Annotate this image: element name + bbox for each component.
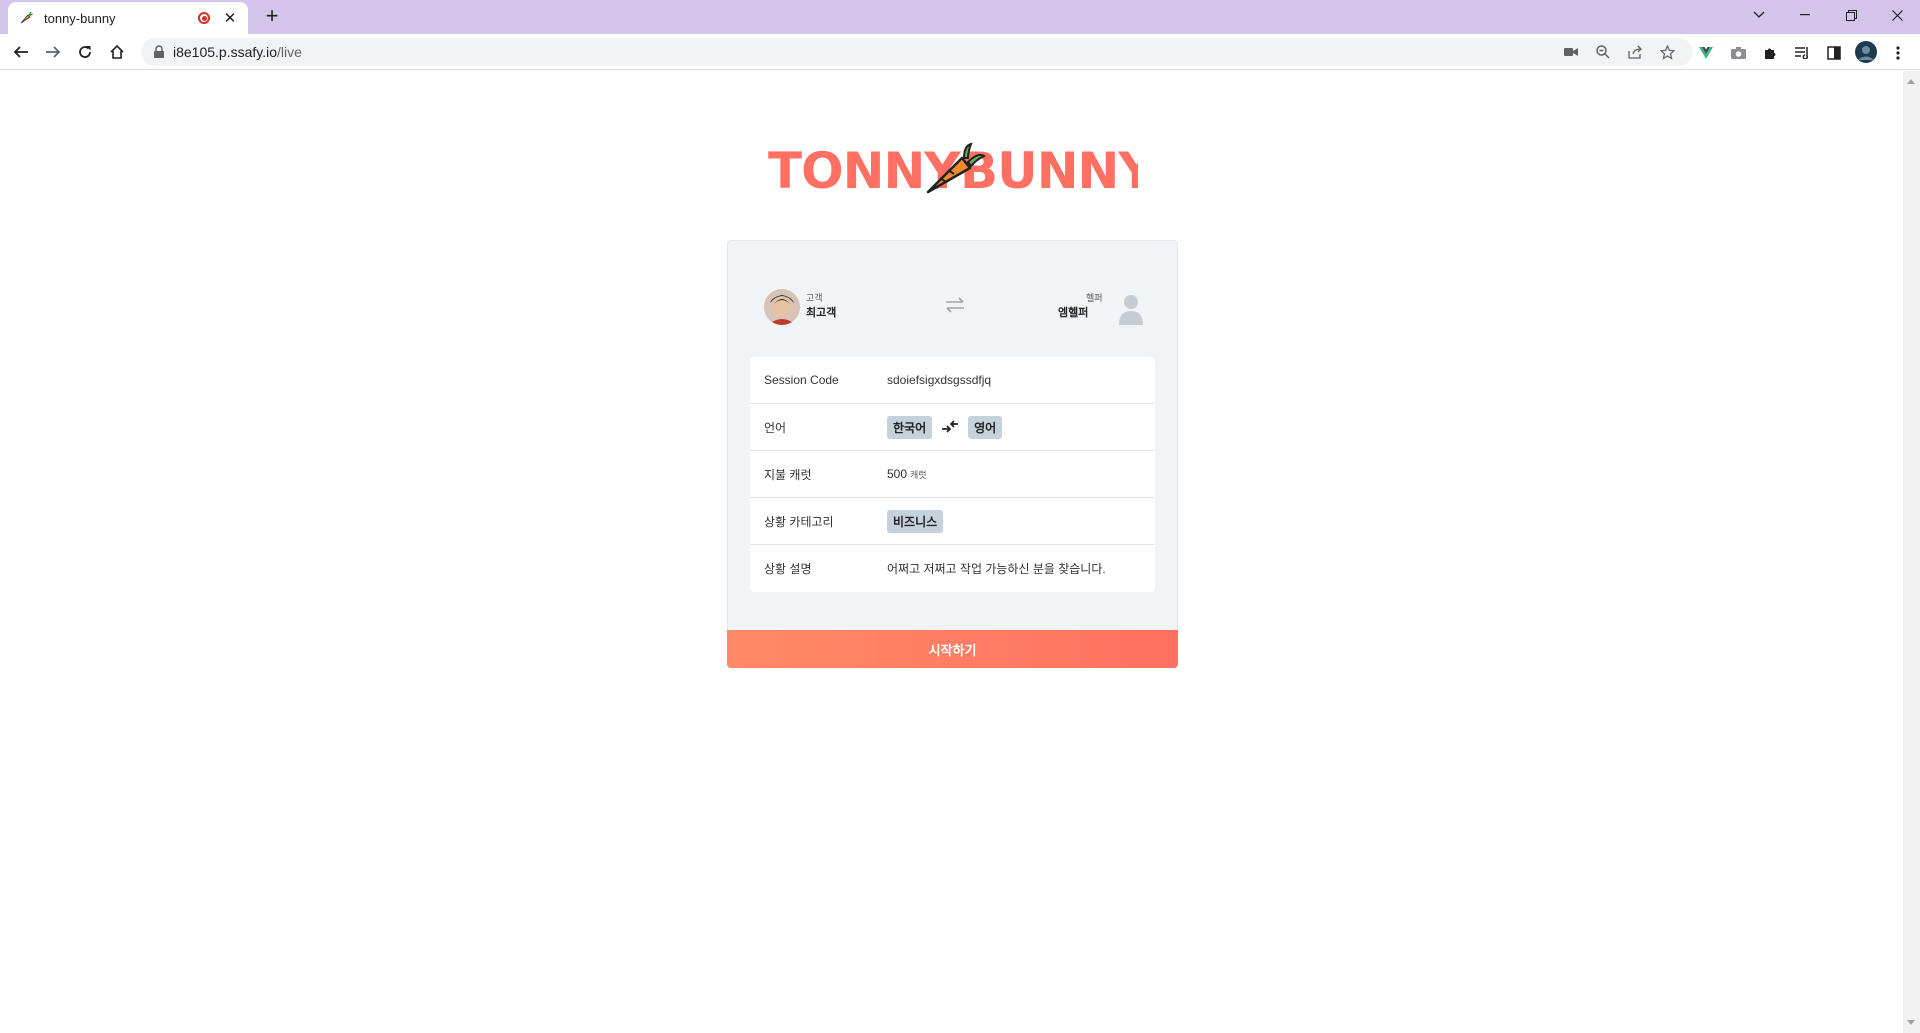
url-path: /live [277, 44, 302, 60]
browser-menu-icon[interactable] [1889, 44, 1907, 62]
zoom-icon[interactable] [1595, 44, 1611, 60]
tonny-bunny-logo: TONNY BUNNY [768, 140, 1156, 200]
svg-text:TONNY: TONNY [768, 142, 961, 200]
tab-search-icon[interactable] [1736, 0, 1782, 30]
language-to-chip: 영어 [968, 415, 1003, 439]
description-row: 상황 설명 어쩌고 저쩌고 작업 가능하신 분을 찾습니다. [750, 545, 1155, 592]
start-button[interactable]: 시작하기 [727, 630, 1178, 668]
helper-role-label: 헬퍼 [1086, 293, 1103, 303]
tab-title: tonny-bunny [44, 10, 116, 26]
description-label: 상황 설명 [764, 562, 812, 576]
helper-name: 엠헬퍼 [1058, 307, 1089, 319]
bookmark-star-icon[interactable] [1659, 44, 1675, 60]
forward-arrow-icon[interactable] [41, 40, 65, 64]
category-chip: 비즈니스 [887, 509, 944, 533]
language-label: 언어 [764, 420, 787, 435]
payment-label: 지불 캐럿 [764, 467, 812, 482]
browser-tab[interactable]: tonny-bunny ✕ [8, 2, 248, 34]
session-code-value: sdoiefsigxdsgssdfjq [887, 373, 992, 387]
browser-tab-strip: tonny-bunny ✕ + [0, 0, 1920, 34]
lock-icon [153, 45, 165, 62]
session-code-label: Session Code [764, 373, 839, 387]
language-from-chip: 한국어 [887, 415, 933, 439]
carrot-favicon-icon [18, 10, 34, 26]
scroll-up-arrow-icon[interactable] [1907, 79, 1915, 84]
close-window-icon[interactable] [1874, 0, 1920, 30]
profile-avatar-icon[interactable] [1855, 41, 1877, 63]
close-tab-icon[interactable]: ✕ [222, 9, 238, 27]
svg-text:BUNNY: BUNNY [960, 142, 1138, 200]
language-row: 언어 한국어 영어 [750, 404, 1155, 451]
vue-devtools-icon[interactable] [1697, 44, 1715, 62]
screenshot-camera-icon[interactable] [1729, 44, 1747, 62]
session-details-table: Session Code sdoiefsigxdsgssdfjq 언어 한국어 … [750, 357, 1155, 592]
home-icon[interactable] [105, 40, 129, 64]
description-value: 어쩌고 저쩌고 작업 가능하신 분을 찾습니다. [887, 562, 1106, 576]
address-bar[interactable]: i8e105.p.ssafy.io/live [141, 38, 1693, 66]
extensions-puzzle-icon[interactable] [1761, 44, 1779, 62]
camera-in-use-icon[interactable] [1563, 44, 1579, 60]
session-code-row: Session Code sdoiefsigxdsgssdfjq [750, 357, 1155, 404]
minimize-window-icon[interactable] [1782, 0, 1828, 30]
page-scrollbar[interactable] [1903, 71, 1920, 1033]
back-arrow-icon[interactable] [9, 40, 33, 64]
recording-indicator-icon [198, 12, 210, 24]
category-label: 상황 카테고리 [764, 514, 834, 529]
category-row: 상황 카테고리 비즈니스 [750, 498, 1155, 545]
reading-list-icon[interactable] [1793, 44, 1811, 62]
payment-value: 500 [887, 467, 908, 481]
session-card: 고객 최고객 헬퍼 엠헬퍼 Session Code sdoiefsigxdsg… [727, 240, 1178, 668]
customer-role-label: 고객 [806, 293, 823, 303]
reload-icon[interactable] [73, 40, 97, 64]
customer-name: 최고객 [806, 307, 837, 319]
helper-placeholder-avatar-icon [1118, 293, 1144, 325]
swap-arrows-icon [945, 297, 965, 318]
restore-window-icon[interactable] [1828, 0, 1874, 30]
url-host: i8e105.p.ssafy.io [173, 44, 278, 60]
payment-row: 지불 캐럿 500 캐럿 [750, 451, 1155, 498]
share-icon[interactable] [1627, 44, 1643, 60]
customer-avatar [764, 289, 800, 325]
new-tab-button[interactable]: + [260, 5, 284, 29]
side-panel-icon[interactable] [1825, 44, 1843, 62]
browser-toolbar: i8e105.p.ssafy.io/live [0, 34, 1920, 70]
language-exchange-icon [941, 420, 959, 434]
participants-row: 고객 최고객 헬퍼 엠헬퍼 [764, 289, 1144, 329]
payment-unit: 캐럿 [910, 469, 927, 480]
scroll-down-arrow-icon[interactable] [1907, 1020, 1915, 1025]
